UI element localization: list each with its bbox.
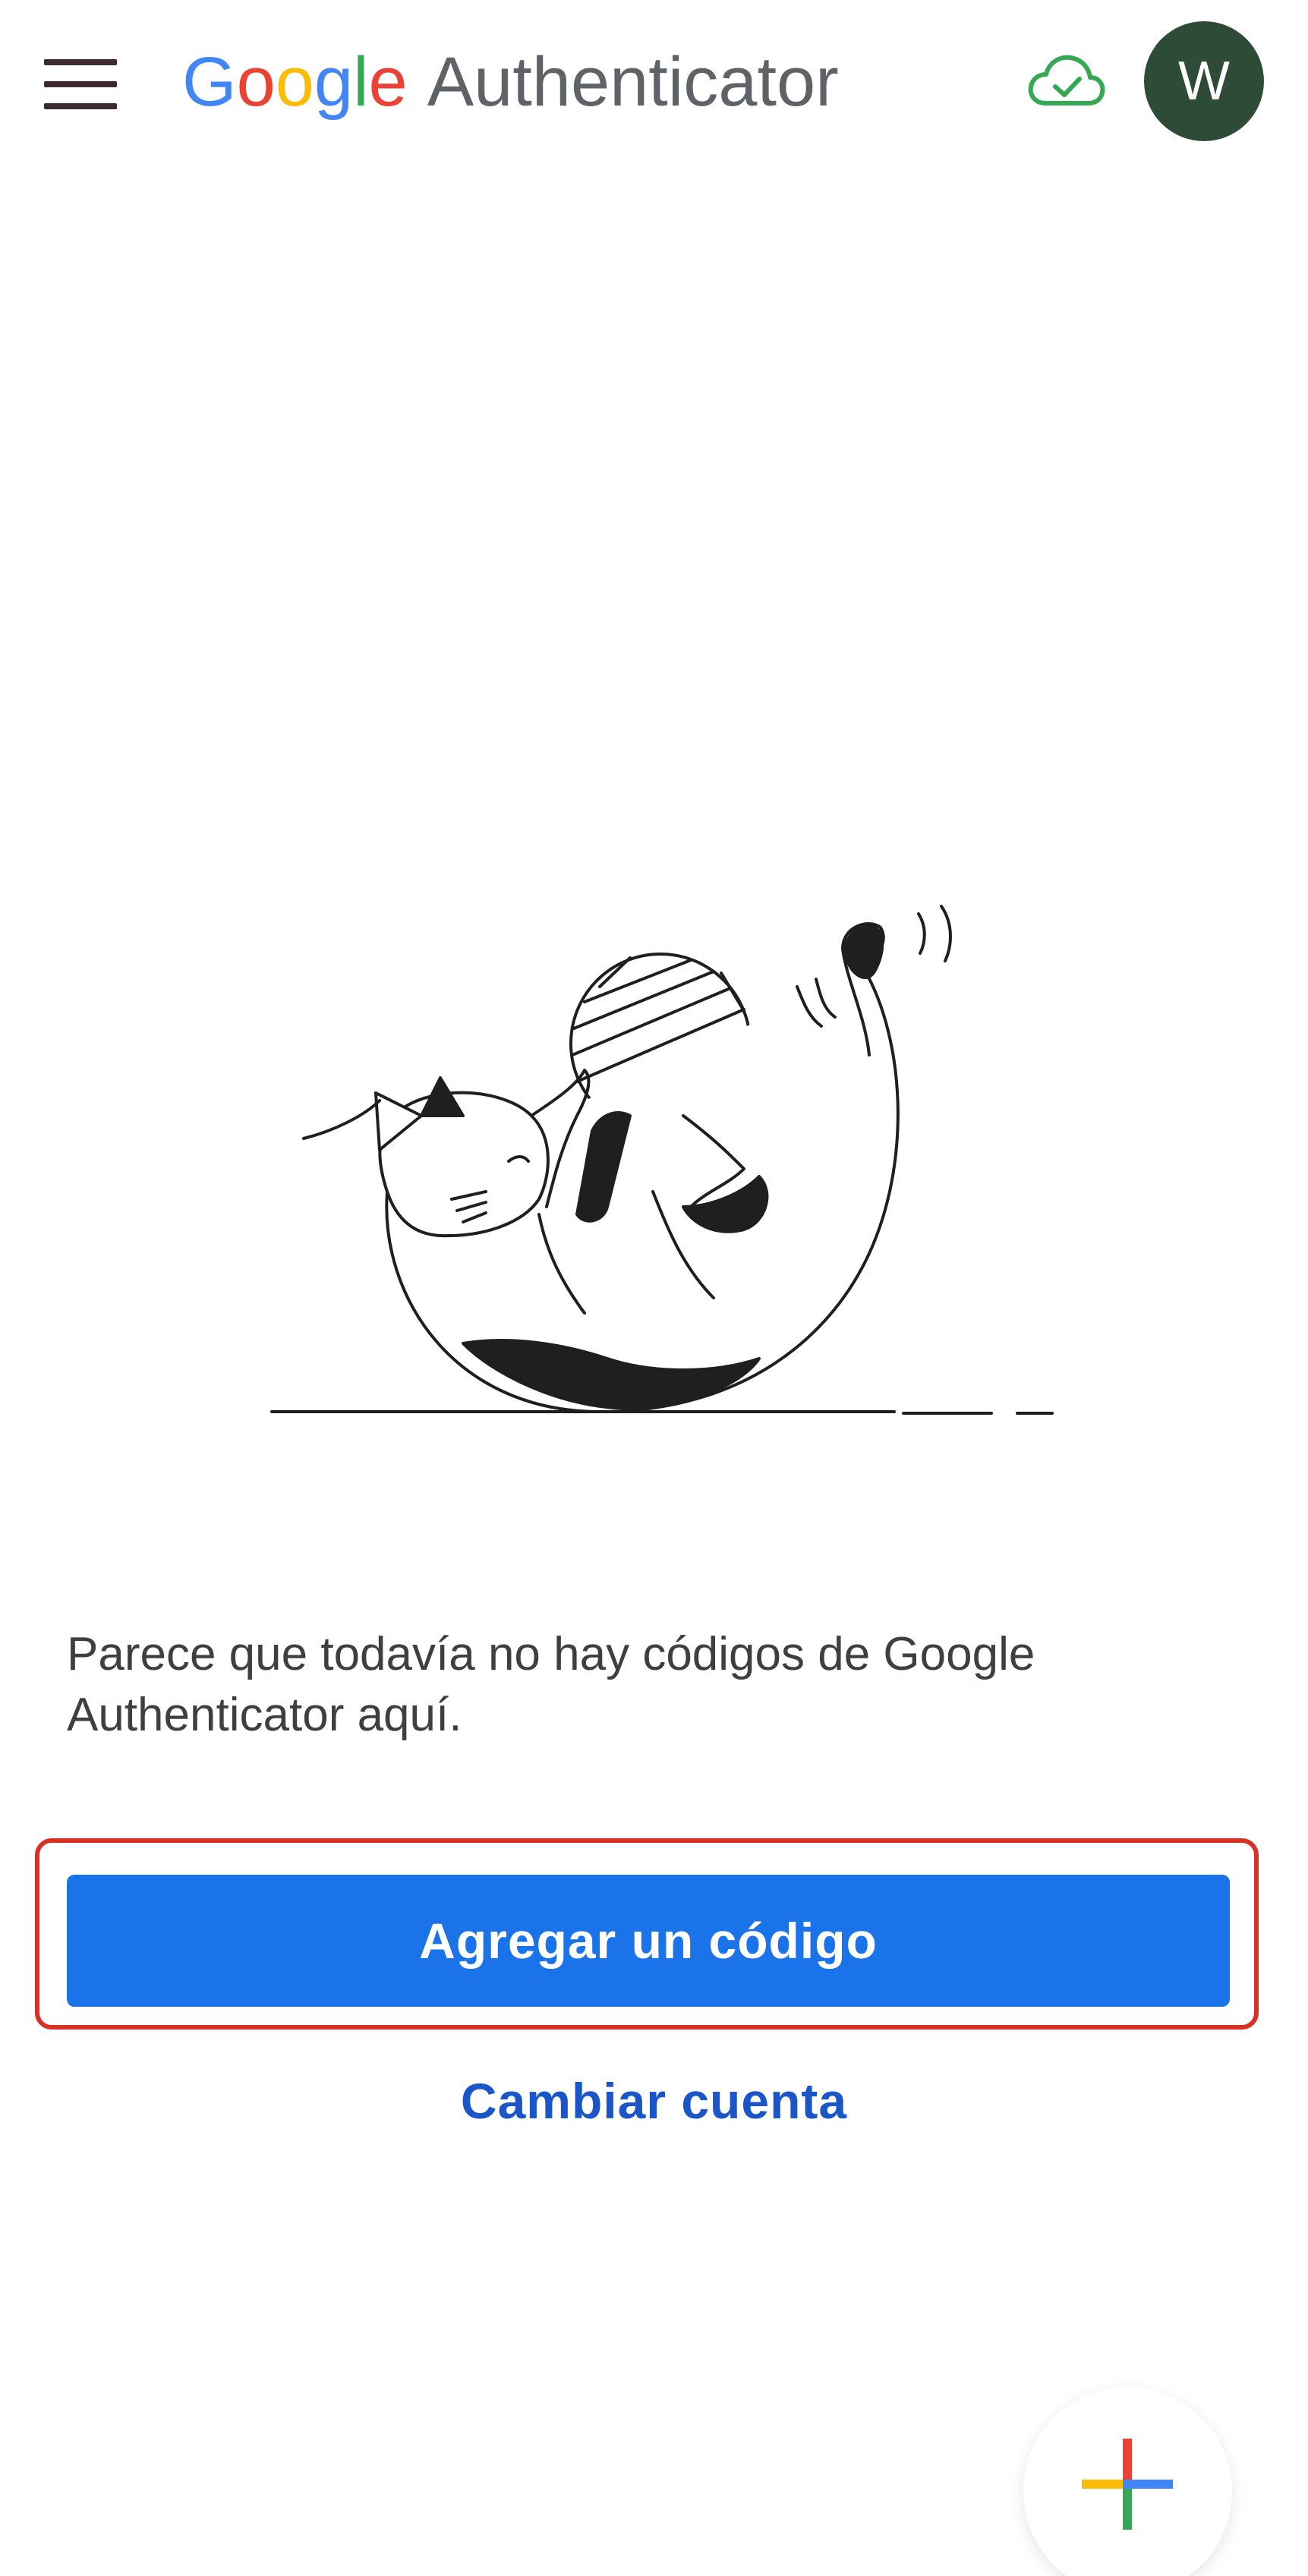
app-name: Authenticator bbox=[427, 43, 839, 121]
cat-with-yarn-illustration bbox=[258, 888, 1078, 1434]
account-avatar[interactable]: W bbox=[1144, 21, 1264, 141]
add-code-button[interactable]: Agregar un código bbox=[67, 1875, 1230, 2007]
hamburger-menu-icon[interactable] bbox=[44, 59, 117, 109]
app-title: Google Authenticator bbox=[182, 36, 839, 128]
google-wordmark: Google bbox=[182, 43, 408, 121]
add-fab-button[interactable] bbox=[1023, 2387, 1232, 2576]
empty-state-message: Parece que todavía no hay códigos de Goo… bbox=[67, 1628, 1035, 1741]
top-app-bar: Google Authenticator W bbox=[0, 0, 1308, 159]
switch-account-link[interactable]: Cambiar cuenta bbox=[0, 2072, 1308, 2130]
cloud-check-icon[interactable] bbox=[1025, 47, 1108, 115]
avatar-initial: W bbox=[1178, 51, 1230, 112]
add-plus-icon bbox=[1082, 2439, 1173, 2530]
add-code-button-label: Agregar un código bbox=[419, 1913, 878, 1969]
switch-account-label: Cambiar cuenta bbox=[460, 2073, 848, 2129]
